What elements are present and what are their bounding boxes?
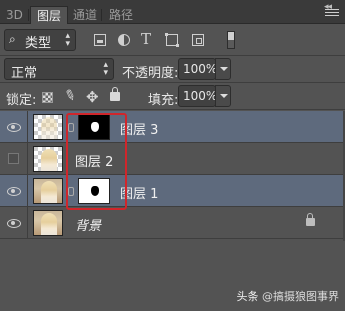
tab-3d[interactable]: 3D [6, 6, 23, 24]
watermark-prefix: 头条 [236, 290, 259, 303]
panel-tab-bar: 3D 图层 通道 路径 ◂◂ [0, 0, 345, 24]
mask-link-icon[interactable] [68, 123, 74, 132]
visibility-eye-icon[interactable] [6, 184, 22, 198]
column-divider [27, 207, 28, 239]
panel-menu-icon[interactable] [325, 9, 339, 21]
filter-kind-label: 类型 [25, 36, 52, 51]
adjustment-filter-icon[interactable] [118, 34, 130, 46]
lock-bar: 锁定: ✎ ✥ 填充: 100% [0, 83, 345, 109]
mask-link-icon[interactable] [68, 187, 74, 196]
tab-divider [28, 9, 29, 21]
layer-thumbnail[interactable] [33, 114, 63, 140]
tab-channels[interactable]: 通道 [73, 6, 97, 24]
watermark: 头条 @搞摄狼图事界 [237, 288, 340, 304]
layer-row-1[interactable]: 图层 1 [0, 175, 345, 207]
figure-thumbnail-content [41, 213, 57, 235]
mask-shape [91, 122, 99, 132]
opacity-dropdown-button[interactable] [215, 58, 231, 80]
layer-name[interactable]: 图层 1 [120, 183, 158, 202]
fill-input[interactable]: 100% [178, 85, 217, 107]
chevron-updown-icon: ▴ ▾ [65, 31, 70, 49]
column-divider [27, 111, 28, 143]
visibility-eye-icon[interactable] [6, 216, 22, 230]
column-divider [27, 175, 28, 207]
layer-lock-icon [306, 213, 315, 226]
blend-bar: 正常 ▴ ▾ 不透明度: 100% [0, 56, 345, 82]
layer-thumbnail[interactable] [33, 146, 63, 172]
lock-image-pixels-icon[interactable]: ✎ [62, 86, 78, 105]
tab-layers[interactable]: 图层 [30, 6, 69, 24]
divider [0, 109, 345, 110]
watermark-handle: @搞摄狼图事界 [262, 290, 339, 303]
layers-list: 图层 3 图层 2 图层 1 背景 [0, 111, 345, 241]
visibility-eye-icon[interactable] [6, 120, 22, 134]
layer-row-2[interactable]: 图层 2 [0, 143, 345, 175]
visibility-off-box[interactable] [8, 153, 19, 164]
layer-mask-thumbnail[interactable] [78, 114, 110, 140]
shape-filter-icon[interactable] [165, 33, 179, 47]
figure-thumbnail-content [41, 149, 57, 171]
panel-empty-area: 头条 @搞摄狼图事界 [0, 241, 345, 311]
chevron-updown-icon: ▴ ▾ [103, 60, 108, 78]
layer-row-background[interactable]: 背景 [0, 207, 345, 239]
figure-thumbnail-content [41, 117, 57, 139]
fill-dropdown-button[interactable] [215, 85, 231, 107]
layer-thumbnail[interactable] [33, 178, 63, 204]
type-filter-icon[interactable]: T [141, 30, 151, 48]
layer-mask-thumbnail[interactable] [78, 178, 110, 204]
layer-row-3[interactable]: 图层 3 [0, 111, 345, 143]
lock-label: 锁定: [6, 93, 37, 108]
tab-divider [101, 9, 102, 21]
filter-toggle-icon[interactable] [227, 31, 235, 49]
opacity-input[interactable]: 100% [178, 58, 217, 80]
lock-position-icon[interactable]: ✥ [86, 88, 99, 106]
layer-name[interactable]: 图层 3 [120, 119, 158, 138]
lock-transparent-pixels-icon[interactable] [42, 92, 53, 103]
mask-shape [91, 186, 99, 196]
layer-name[interactable]: 背景 [75, 215, 101, 234]
smart-object-filter-icon[interactable] [192, 34, 204, 46]
fill-label: 填充: [148, 93, 179, 108]
lock-all-icon[interactable] [110, 87, 120, 101]
layer-name[interactable]: 图层 2 [75, 151, 113, 170]
figure-thumbnail-content [41, 181, 57, 203]
image-filter-icon[interactable] [94, 34, 106, 46]
filter-bar: ⌕ 类型 ▴ ▾ T [0, 25, 345, 55]
opacity-label: 不透明度: [122, 66, 179, 81]
blend-mode-label: 正常 [11, 66, 38, 81]
blend-mode-select[interactable]: 正常 ▴ ▾ [4, 58, 114, 81]
filter-kind-select[interactable]: ⌕ 类型 ▴ ▾ [4, 29, 76, 51]
column-divider [27, 143, 28, 175]
layer-thumbnail[interactable] [33, 210, 63, 236]
tab-paths[interactable]: 路径 [109, 6, 133, 24]
search-icon: ⌕ [9, 32, 16, 46]
